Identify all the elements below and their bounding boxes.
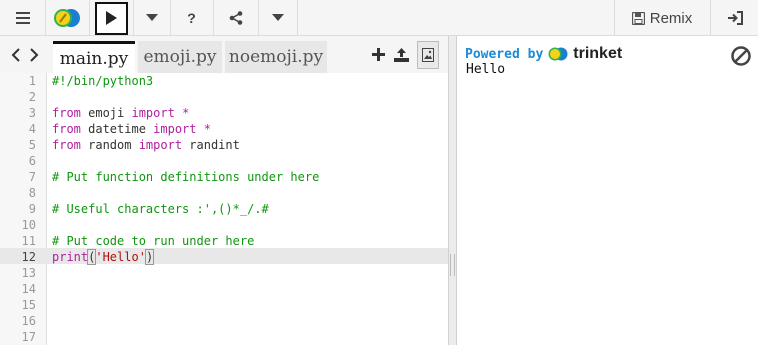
login-button[interactable] xyxy=(711,0,758,36)
operator: * xyxy=(196,122,211,136)
tab-main-py[interactable]: main.py xyxy=(53,41,135,73)
tab-label: noemoji.py xyxy=(228,47,324,67)
upload-icon xyxy=(393,47,409,62)
line-number: 6 xyxy=(28,154,36,168)
help-button[interactable]: ? xyxy=(170,0,213,36)
line-number: 15 xyxy=(21,298,36,312)
keyword: print xyxy=(52,250,89,264)
help-label: ? xyxy=(187,10,196,26)
keyword: from xyxy=(52,138,81,152)
line-number: 13 xyxy=(21,266,36,280)
add-file-button[interactable] xyxy=(368,36,388,73)
powered-by-label: Powered by xyxy=(465,46,544,62)
stop-icon xyxy=(731,46,751,66)
keyword: import xyxy=(153,122,197,136)
code-line: from datetime import * xyxy=(52,121,211,137)
chevron-down-icon xyxy=(145,14,158,21)
string-literal: 'Hello' xyxy=(95,250,146,264)
program-output: Hello xyxy=(466,62,506,77)
share-button[interactable] xyxy=(213,0,258,36)
code-line: from emoji import * xyxy=(52,105,189,121)
splitter-grip[interactable] xyxy=(450,254,455,276)
module-name: datetime xyxy=(80,122,154,136)
output-pane xyxy=(457,36,758,345)
code-line: # Put function definitions under here xyxy=(52,170,320,184)
tab-navigation xyxy=(0,36,50,73)
trinket-logo-icon xyxy=(548,47,568,61)
code-line: from random import randint xyxy=(52,137,240,153)
line-number: 9 xyxy=(28,202,36,216)
tab-emoji-py[interactable]: emoji.py xyxy=(138,41,222,73)
remix-label: Remix xyxy=(649,9,693,27)
code-line: # Useful characters :',()*_/.# xyxy=(52,202,269,216)
line-number: 12 xyxy=(21,250,36,264)
stop-button[interactable] xyxy=(730,45,752,67)
share-options-button[interactable] xyxy=(258,0,297,36)
tab-label: main.py xyxy=(59,48,129,69)
code-line: # Put code to run under here xyxy=(52,234,255,248)
line-number: 14 xyxy=(21,282,36,296)
line-number: 8 xyxy=(28,186,36,200)
module-name: random xyxy=(80,138,139,152)
tab-label: emoji.py xyxy=(143,47,217,67)
chevron-right-icon[interactable] xyxy=(29,47,39,62)
play-icon xyxy=(106,11,117,25)
run-options-button[interactable] xyxy=(133,0,170,36)
pane-splitter[interactable] xyxy=(448,36,457,345)
hamburger-icon xyxy=(15,12,30,24)
code-line: print('Hello') xyxy=(52,249,155,265)
tab-noemoji-py[interactable]: noemoji.py xyxy=(225,41,327,73)
keyword: from xyxy=(52,106,81,120)
line-number: 11 xyxy=(21,234,36,248)
keyword: import xyxy=(131,106,175,120)
brand-name: trinket xyxy=(573,45,623,62)
toolbar-divider xyxy=(297,0,298,36)
module-name: emoji xyxy=(80,106,132,120)
line-number: 2 xyxy=(28,90,36,104)
save-icon xyxy=(631,11,645,25)
line-number: 4 xyxy=(28,122,36,136)
menu-button[interactable] xyxy=(0,0,45,36)
image-library-button[interactable] xyxy=(414,36,442,73)
run-button[interactable] xyxy=(89,0,133,36)
imported-name: randint xyxy=(182,138,240,152)
line-number: 3 xyxy=(28,106,36,120)
code-line: #!/bin/python3 xyxy=(52,74,154,88)
upload-file-button[interactable] xyxy=(390,36,412,73)
line-number: 5 xyxy=(28,138,36,152)
paren: ) xyxy=(144,249,155,265)
code-editor[interactable]: 1 2 3 4 5 6 7 8 9 10 11 12 13 14 15 16 1… xyxy=(0,73,448,345)
trinket-logo-icon xyxy=(54,9,80,27)
line-number: 17 xyxy=(21,330,36,344)
text-cursor xyxy=(153,249,155,263)
line-number: 7 xyxy=(28,170,36,184)
keyword: from xyxy=(52,122,81,136)
plus-icon xyxy=(371,48,385,61)
trinket-logo-button[interactable] xyxy=(45,0,89,36)
line-number: 1 xyxy=(28,74,36,88)
operator: * xyxy=(174,106,190,120)
remix-button[interactable]: Remix xyxy=(614,0,710,36)
powered-by[interactable]: Powered by trinket xyxy=(465,45,622,63)
chevron-left-icon[interactable] xyxy=(11,47,21,62)
share-icon xyxy=(229,11,242,25)
chevron-down-icon xyxy=(271,14,284,21)
image-icon xyxy=(422,47,434,62)
keyword: import xyxy=(138,138,183,152)
sign-in-icon xyxy=(727,11,743,25)
line-number: 10 xyxy=(21,218,36,232)
line-number: 16 xyxy=(21,314,36,328)
